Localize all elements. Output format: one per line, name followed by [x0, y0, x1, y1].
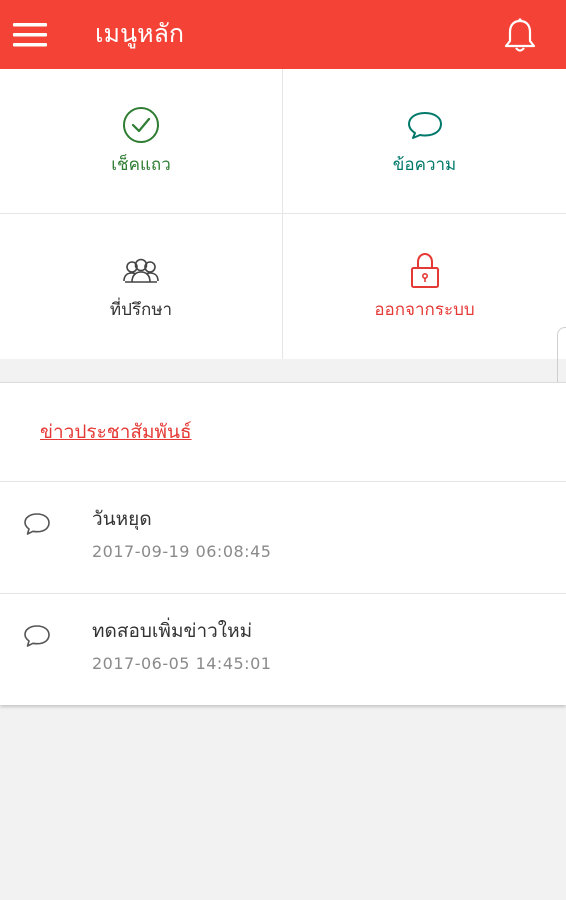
menu-item-label: ออกจากระบบ — [374, 300, 475, 320]
bell-icon — [504, 18, 536, 52]
chat-bubble-icon — [24, 625, 50, 647]
menu-item-label: ข้อความ — [392, 155, 457, 175]
check-circle-icon — [123, 107, 159, 143]
menu-item-messages[interactable]: ข้อความ — [283, 69, 566, 214]
menu-item-logout[interactable]: ออกจากระบบ — [283, 214, 566, 359]
chat-bubble-icon — [24, 513, 50, 535]
list-item[interactable]: วันหยุด 2017-09-19 06:08:45 — [0, 482, 566, 592]
menu-item-label: เช็คแถว — [111, 155, 171, 175]
menu-item-advisors[interactable]: ที่ปรึกษา — [0, 214, 283, 359]
news-title: วันหยุด — [92, 508, 152, 530]
page-title: เมนูหลัก — [95, 19, 185, 48]
news-date: 2017-09-19 06:08:45 — [92, 542, 272, 561]
list-item[interactable]: ทดสอบเพิ่มข่าวใหม่ 2017-06-05 14:45:01 — [0, 594, 566, 704]
menu-grid: เช็คแถว ข้อความ ที่ปรึกษา ออกจากระบบ — [0, 69, 566, 359]
notifications-button[interactable] — [502, 16, 538, 54]
app-bar: เมนูหลัก — [0, 0, 566, 69]
menu-button[interactable] — [13, 20, 49, 50]
advisors-group-icon — [123, 258, 159, 283]
chat-bubble-icon — [407, 112, 442, 139]
news-date: 2017-06-05 14:45:01 — [92, 654, 272, 673]
news-header-link[interactable]: ข่าวประชาสัมพันธ์ — [40, 419, 192, 445]
menu-item-check-attendance[interactable]: เช็คแถว — [0, 69, 283, 214]
news-card: ข่าวประชาสัมพันธ์ วันหยุด 2017-09-19 06:… — [0, 382, 566, 705]
news-title: ทดสอบเพิ่มข่าวใหม่ — [92, 620, 253, 642]
lock-icon — [410, 252, 439, 288]
hamburger-menu-icon — [13, 23, 47, 47]
menu-item-label: ที่ปรึกษา — [109, 300, 173, 320]
